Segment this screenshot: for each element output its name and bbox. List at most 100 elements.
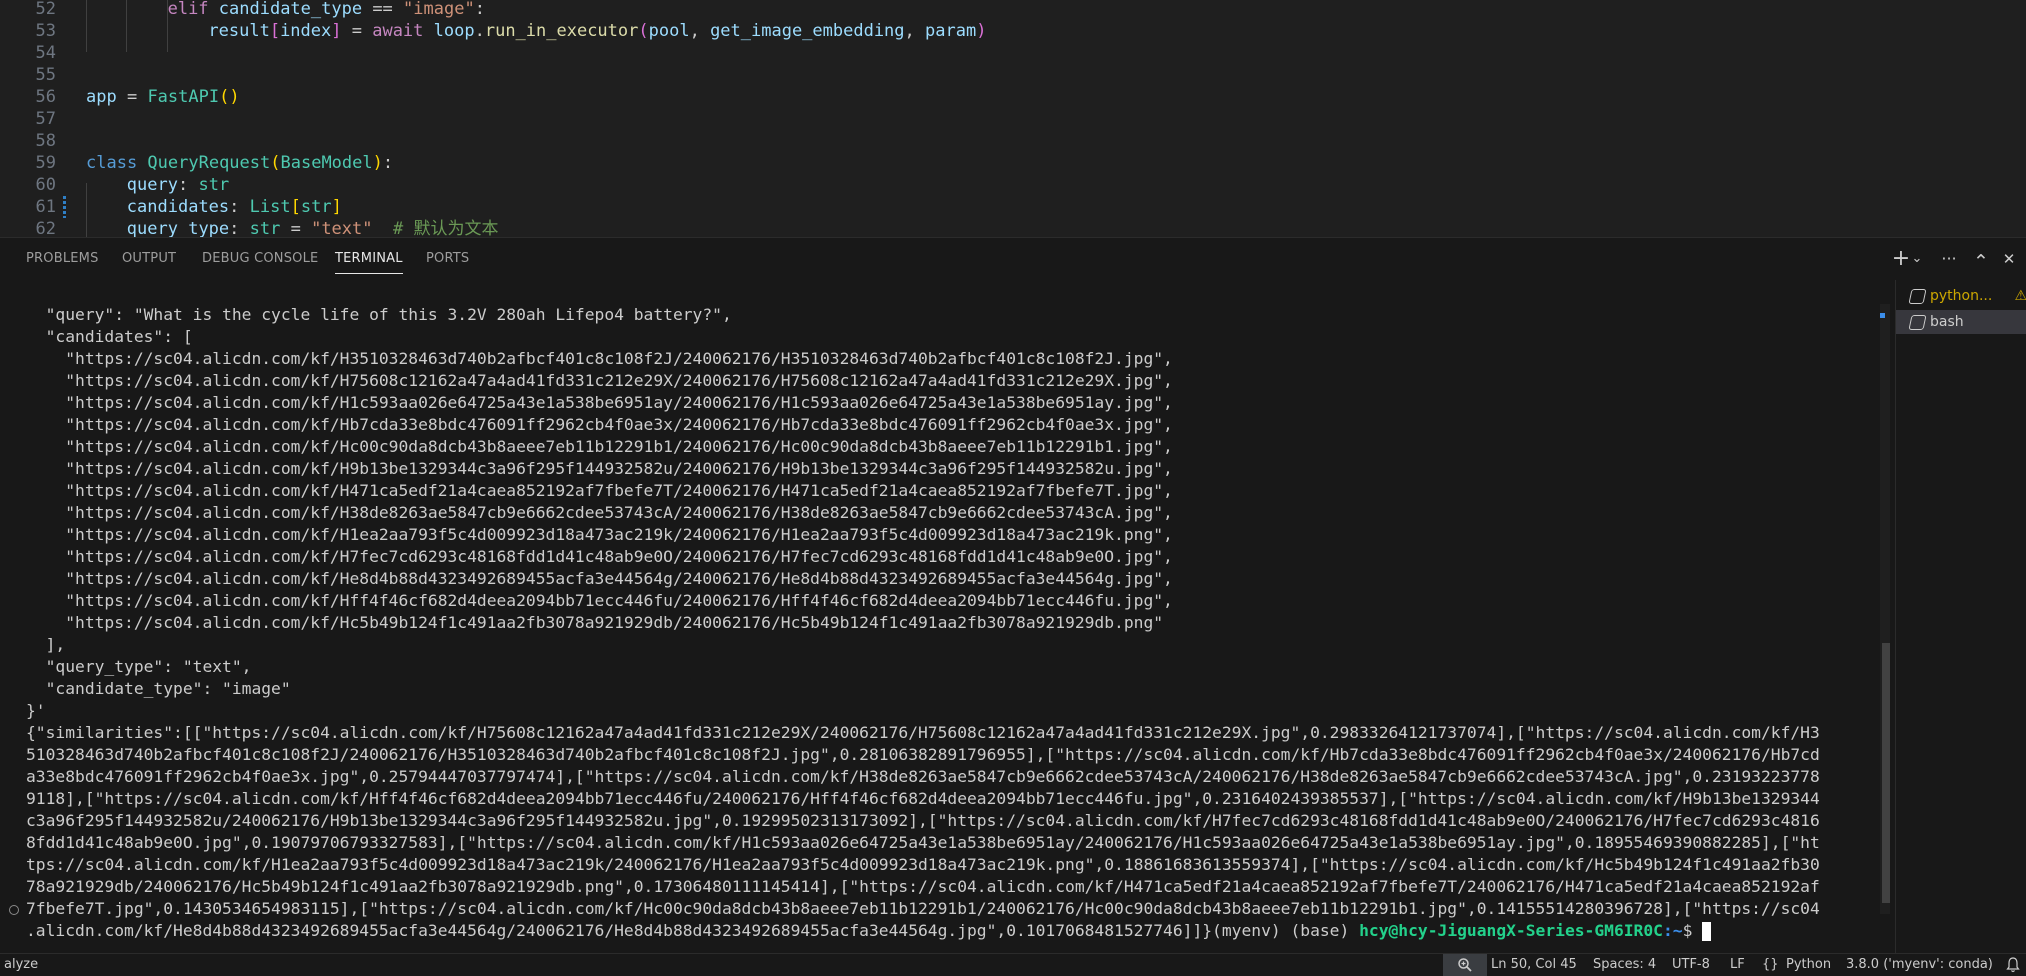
- terminal-line: 510328463d740b2afbcf401c8c108f2J/2400621…: [26, 745, 1820, 764]
- code-token: candidate_type: [218, 0, 363, 19]
- terminal-line: 9118],["https://sc04.alicdn.com/kf/Hff4f…: [26, 789, 1820, 808]
- language-mode[interactable]: Python: [1786, 954, 1831, 976]
- new-terminal-icon[interactable]: +: [1891, 248, 1911, 270]
- code-token: result: [208, 21, 270, 41]
- indentation[interactable]: Spaces: 4: [1593, 954, 1656, 976]
- code-token: (: [638, 21, 649, 41]
- chevron-down-icon[interactable]: ⌄: [1910, 249, 1924, 269]
- end-of-line[interactable]: LF: [1730, 954, 1745, 976]
- terminal-line: "https://sc04.alicdn.com/kf/Hb7cda33e8bd…: [26, 415, 1173, 434]
- code-token: =: [341, 21, 373, 41]
- code-token: :: [474, 0, 485, 19]
- terminal-list: python... ⚠ bash: [1895, 280, 2026, 954]
- code-token: :: [229, 219, 250, 237]
- code-token: elif: [167, 0, 219, 19]
- code-token: str: [300, 197, 332, 217]
- terminal-item-python[interactable]: python... ⚠: [1896, 284, 2026, 308]
- line-number: 57: [35, 109, 56, 129]
- line-number: 53: [35, 21, 56, 41]
- code-token: =: [280, 219, 312, 237]
- code-token: FastAPI: [147, 87, 220, 107]
- tab-output[interactable]: OUTPUT: [122, 238, 176, 280]
- terminal-line: ],: [26, 635, 66, 654]
- code-text: result[index] = await loop.run_in_execut…: [208, 20, 986, 42]
- warning-icon: ⚠: [2014, 288, 2026, 304]
- line-number: 56: [35, 87, 56, 107]
- code-token: (: [270, 153, 281, 173]
- code-token: List: [249, 197, 291, 217]
- terminal-line: "https://sc04.alicdn.com/kf/H9b13be13293…: [26, 459, 1173, 478]
- line-number: 55: [35, 65, 56, 85]
- terminal-icon: [1908, 289, 1927, 304]
- code-token: :: [382, 153, 394, 173]
- terminal-item-label: python...: [1930, 288, 1993, 304]
- code-token: str: [249, 219, 281, 237]
- code-token: ): [976, 21, 987, 41]
- close-panel-icon[interactable]: ✕: [1999, 249, 2019, 269]
- terminal-scrollbar-thumb[interactable]: [1882, 643, 1890, 903]
- line-number: 62: [35, 219, 56, 237]
- code-token: ,: [689, 21, 711, 41]
- zoom-icon: [1458, 958, 1472, 972]
- terminal-line: "https://sc04.alicdn.com/kf/H38de8263ae5…: [26, 503, 1173, 522]
- zoom-indicator[interactable]: [1443, 954, 1487, 976]
- terminal-line: "https://sc04.alicdn.com/kf/H7fec7cd6293…: [26, 547, 1173, 566]
- terminal-output-tail: .alicdn.com/kf/He8d4b88d4323492689455acf…: [26, 921, 1360, 940]
- tab-debug-console[interactable]: DEBUG CONSOLE: [202, 238, 318, 280]
- line-number: 58: [35, 131, 56, 151]
- code-token: param: [925, 21, 977, 41]
- terminal-cursor: [1702, 922, 1712, 941]
- terminal-line: 7fbefe7T.jpg",0.1430534654983115],["http…: [26, 899, 1820, 918]
- code-token: ,: [904, 21, 926, 41]
- cursor-position[interactable]: Ln 50, Col 45: [1491, 954, 1577, 976]
- language-braces-icon[interactable]: {}: [1762, 954, 1779, 976]
- code-text: query: str: [127, 174, 229, 196]
- code-token: QueryRequest: [147, 153, 271, 173]
- encoding[interactable]: UTF-8: [1672, 954, 1710, 976]
- line-number: 60: [35, 175, 56, 195]
- terminal-prompt-line: .alicdn.com/kf/He8d4b88d4323492689455acf…: [26, 920, 1712, 942]
- tab-terminal[interactable]: TERMINAL: [335, 238, 403, 280]
- terminal-item-bash[interactable]: bash: [1896, 310, 2026, 334]
- code-token: =: [116, 87, 148, 107]
- line-number: 61: [35, 197, 56, 217]
- terminal-line: "https://sc04.alicdn.com/kf/H1c593aa026e…: [26, 393, 1173, 412]
- line-number: 52: [35, 0, 56, 19]
- python-interpreter[interactable]: 3.8.0 ('myenv': conda): [1846, 954, 1993, 976]
- code-token: app: [86, 87, 117, 107]
- indent-guide: [167, 0, 168, 52]
- code-token: class: [86, 153, 148, 173]
- code-text: elif candidate_type == "image":: [168, 0, 485, 20]
- status-left-text: alyze: [4, 957, 39, 972]
- maximize-panel-icon[interactable]: ⌃: [1971, 252, 1991, 272]
- code-text: candidates: List[str]: [127, 196, 342, 218]
- code-token: ==: [362, 0, 404, 19]
- terminal-line: }': [26, 701, 46, 720]
- code-token: get_image_embedding: [710, 21, 905, 41]
- terminal-line: "query": "What is the cycle life of this…: [26, 305, 732, 324]
- bell-icon[interactable]: [2006, 957, 2020, 973]
- indent-guide: [86, 183, 87, 237]
- code-token: :: [229, 197, 250, 217]
- tab-ports[interactable]: PORTS: [426, 238, 469, 280]
- code-token: query: [126, 175, 178, 195]
- code-editor[interactable]: 52 elif candidate_type == "image": 53 resul…: [0, 0, 2026, 237]
- terminal-output[interactable]: "query": "What is the cycle life of this…: [0, 304, 1878, 954]
- status-bar: alyze Ln 50, Col 45 Spaces: 4 UTF-8 LF {…: [0, 953, 2026, 976]
- scrollbar-marker: [1880, 313, 1885, 318]
- more-actions-icon[interactable]: ···: [1939, 249, 1959, 269]
- line-number: 54: [35, 43, 56, 63]
- code-token: (): [219, 87, 240, 107]
- terminal-line: "query_type": "text",: [26, 657, 252, 676]
- terminal-line: "candidates": [: [26, 327, 193, 346]
- terminal-line: "https://sc04.alicdn.com/kf/Hc5b49b124f1…: [26, 613, 1164, 632]
- code-token: str: [198, 175, 230, 195]
- terminal-line: "https://sc04.alicdn.com/kf/H3510328463d…: [26, 349, 1173, 368]
- code-token: ): [372, 153, 383, 173]
- command-decoration-icon[interactable]: [9, 905, 19, 915]
- tab-problems[interactable]: PROBLEMS: [26, 238, 99, 280]
- terminal-line: {"similarities":[["https://sc04.alicdn.c…: [26, 723, 1820, 742]
- panel-tabs: PROBLEMS OUTPUT DEBUG CONSOLE TERMINAL P…: [0, 238, 1860, 280]
- terminal-line: tps://sc04.alicdn.com/kf/H1ea2aa793f5c4d…: [26, 855, 1820, 874]
